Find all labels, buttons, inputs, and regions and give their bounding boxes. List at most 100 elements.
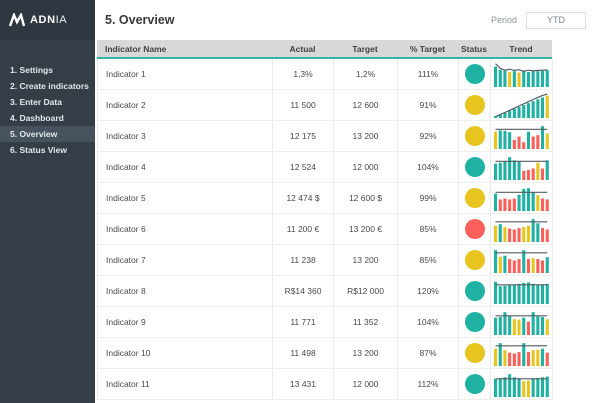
indicator-name-cell: Indicator 6 (98, 214, 273, 244)
actual-cell: 11 498 (273, 338, 334, 368)
status-cell (459, 183, 491, 213)
indicator-name-cell: Indicator 7 (98, 245, 273, 275)
period-control: Period YTD (491, 12, 586, 29)
period-label: Period (491, 15, 517, 25)
status-dot (465, 188, 485, 208)
trend-sparkline (494, 247, 550, 273)
table-row: Indicator 412 52412 000104% (98, 152, 552, 183)
col-indicator-name: Indicator Name (97, 44, 272, 54)
indicator-name-cell: Indicator 1 (98, 59, 273, 89)
status-cell (459, 90, 491, 120)
indicator-name-cell: Indicator 11 (98, 369, 273, 399)
indicator-name-cell: Indicator 5 (98, 183, 273, 213)
status-cell (459, 245, 491, 275)
indicator-name-cell: Indicator 8 (98, 276, 273, 306)
target-cell: 12 000 (334, 369, 398, 399)
status-cell (459, 338, 491, 368)
trend-sparkline (494, 123, 550, 149)
table-row: Indicator 8R$14 360R$12 000120% (98, 276, 552, 307)
table-row: Indicator 312 17513 20092% (98, 121, 552, 152)
target-cell: 13 200 (334, 245, 398, 275)
table-body: Indicator 11,3%1,2%111%Indicator 211 500… (97, 59, 552, 400)
pct-target-cell: 112% (398, 369, 459, 399)
pct-target-cell: 104% (398, 152, 459, 182)
trend-cell (491, 90, 553, 120)
status-dot (465, 95, 485, 115)
table-row: Indicator 711 23813 20085% (98, 245, 552, 276)
status-dot (465, 219, 485, 239)
pct-target-cell: 104% (398, 307, 459, 337)
indicator-name-cell: Indicator 9 (98, 307, 273, 337)
status-dot (465, 126, 485, 146)
target-cell: 11 352 (334, 307, 398, 337)
trend-cell (491, 338, 553, 368)
pct-target-cell: 85% (398, 214, 459, 244)
table-row: Indicator 211 50012 60091% (98, 90, 552, 121)
status-dot (465, 64, 485, 84)
trend-sparkline (494, 92, 550, 118)
sidebar: ADNIA 1. Settings2. Create indicators3. … (0, 0, 95, 403)
status-cell (459, 59, 491, 89)
trend-sparkline (494, 371, 550, 397)
sidebar-item[interactable]: 2. Create indicators (0, 78, 95, 94)
table-row: Indicator 1011 49813 20087% (98, 338, 552, 369)
trend-sparkline (494, 278, 550, 304)
target-cell: 1,2% (334, 59, 398, 89)
pct-target-cell: 111% (398, 59, 459, 89)
status-dot (465, 374, 485, 394)
trend-sparkline (494, 61, 550, 87)
col-trend: Trend (490, 44, 552, 54)
table-header: Indicator Name Actual Target % Target St… (97, 40, 552, 59)
status-dot (465, 157, 485, 177)
trend-sparkline (494, 340, 550, 366)
target-cell: 12 600 $ (334, 183, 398, 213)
sidebar-item[interactable]: 3. Enter Data (0, 94, 95, 110)
adnia-logo-icon (9, 13, 25, 27)
status-cell (459, 369, 491, 399)
indicator-name-cell: Indicator 10 (98, 338, 273, 368)
sidebar-item[interactable]: 4. Dashboard (0, 110, 95, 126)
trend-sparkline (494, 154, 550, 180)
target-cell: 13 200 € (334, 214, 398, 244)
status-cell (459, 152, 491, 182)
target-cell: 12 000 (334, 152, 398, 182)
actual-cell: 12 524 (273, 152, 334, 182)
status-cell (459, 276, 491, 306)
trend-cell (491, 121, 553, 151)
actual-cell: 12 175 (273, 121, 334, 151)
table-row: Indicator 1113 43112 000112% (98, 369, 552, 400)
sidebar-menu: 1. Settings2. Create indicators3. Enter … (0, 62, 95, 158)
table-row: Indicator 911 77111 352104% (98, 307, 552, 338)
brand-logo: ADNIA (0, 0, 95, 40)
actual-cell: 11 500 (273, 90, 334, 120)
col-pct-target: % Target (397, 44, 458, 54)
actual-cell: R$14 360 (273, 276, 334, 306)
pct-target-cell: 87% (398, 338, 459, 368)
sidebar-item[interactable]: 5. Overview (0, 126, 95, 142)
page-title: 5. Overview (105, 13, 175, 27)
table-row: Indicator 11,3%1,2%111% (98, 59, 552, 90)
status-dot (465, 312, 485, 332)
brand-name: ADNIA (30, 14, 67, 26)
trend-cell (491, 152, 553, 182)
trend-cell (491, 369, 553, 399)
trend-cell (491, 276, 553, 306)
sidebar-item[interactable]: 1. Settings (0, 62, 95, 78)
sidebar-item[interactable]: 6. Status View (0, 142, 95, 158)
status-dot (465, 343, 485, 363)
topbar: 5. Overview Period YTD (95, 0, 600, 40)
status-dot (465, 250, 485, 270)
target-cell: 12 600 (334, 90, 398, 120)
pct-target-cell: 91% (398, 90, 459, 120)
trend-sparkline (494, 185, 550, 211)
actual-cell: 13 431 (273, 369, 334, 399)
trend-cell (491, 183, 553, 213)
trend-cell (491, 214, 553, 244)
col-target: Target (333, 44, 397, 54)
actual-cell: 11 238 (273, 245, 334, 275)
period-select[interactable]: YTD (526, 12, 586, 29)
pct-target-cell: 85% (398, 245, 459, 275)
trend-cell (491, 59, 553, 89)
pct-target-cell: 99% (398, 183, 459, 213)
indicator-table: Indicator Name Actual Target % Target St… (97, 40, 552, 400)
